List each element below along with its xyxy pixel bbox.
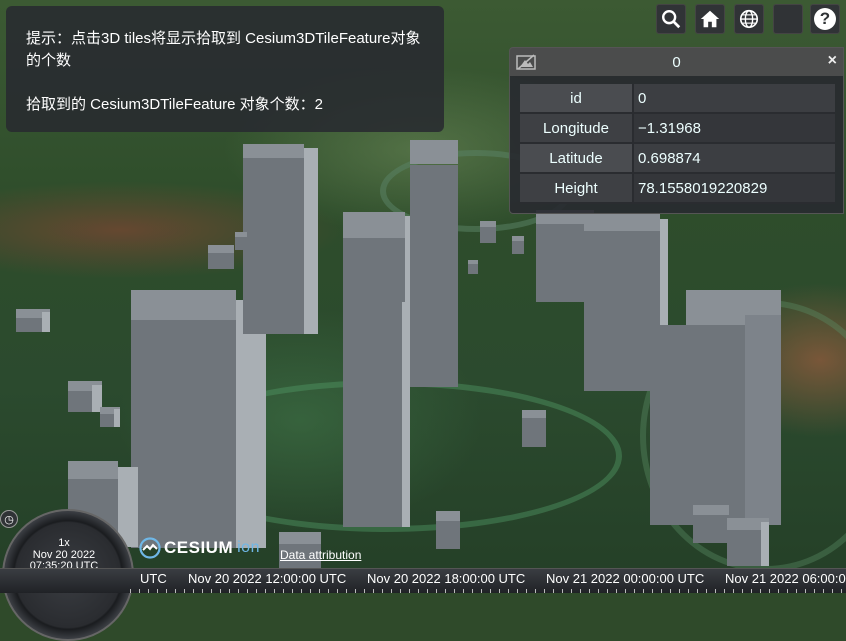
data-attribution-link[interactable]: Data attribution bbox=[280, 548, 361, 562]
timeline[interactable]: UTC Nov 20 2022 12:00:00 UTC Nov 20 2022… bbox=[0, 568, 846, 593]
scene-mode-button[interactable] bbox=[734, 4, 764, 34]
infobox-header: 0 × bbox=[510, 48, 843, 76]
timeline-tick-label: Nov 21 2022 06:00:00 bbox=[725, 571, 846, 586]
small-building[interactable] bbox=[468, 260, 478, 274]
home-icon bbox=[700, 10, 720, 28]
small-building[interactable] bbox=[16, 309, 50, 332]
animation-speed: 1x bbox=[58, 537, 70, 549]
property-value: 0.698874 bbox=[632, 143, 835, 174]
pick-count-text: 拾取到的 Cesium3DTileFeature 对象个数：2 bbox=[26, 96, 324, 113]
timeline-tick-label: Nov 21 2022 00:00:00 UTC bbox=[546, 571, 705, 586]
timeline-tick-label: Nov 20 2022 12:00:00 UTC bbox=[188, 571, 347, 586]
globe-icon bbox=[739, 9, 759, 29]
camera-disabled-icon[interactable] bbox=[516, 53, 536, 70]
timeline-tickmarks bbox=[130, 589, 846, 593]
logo-text: CESIUM bbox=[164, 538, 234, 557]
small-building[interactable] bbox=[436, 511, 460, 549]
infobox-title: 0 bbox=[672, 54, 681, 71]
base-layer-picker-button[interactable] bbox=[773, 4, 803, 34]
logo-suffix: ion bbox=[237, 539, 260, 556]
building[interactable] bbox=[243, 144, 318, 334]
building[interactable] bbox=[343, 212, 411, 302]
small-building[interactable] bbox=[480, 221, 496, 243]
property-key: id bbox=[520, 84, 633, 114]
small-building[interactable] bbox=[693, 505, 729, 543]
building[interactable] bbox=[410, 140, 458, 387]
small-building[interactable] bbox=[727, 518, 769, 566]
pick-info-panel: 提示：点击3D tiles将显示拾取到 Cesium3DTileFeature对… bbox=[6, 6, 444, 132]
property-key: Height bbox=[520, 173, 633, 204]
timeline-tick-label: Nov 20 2022 18:00:00 UTC bbox=[367, 571, 526, 586]
small-building[interactable] bbox=[68, 381, 102, 412]
table-row: Latitude 0.698874 bbox=[520, 143, 835, 174]
search-icon bbox=[662, 10, 681, 29]
geocoder-search-button[interactable] bbox=[656, 4, 686, 34]
property-value: 78.1558019220829 bbox=[632, 173, 835, 204]
table-row: Height 78.1558019220829 bbox=[520, 173, 835, 204]
small-building[interactable] bbox=[522, 410, 546, 447]
building[interactable] bbox=[650, 290, 781, 525]
table-row: Longitude −1.31968 bbox=[520, 113, 835, 144]
building[interactable] bbox=[343, 275, 410, 527]
property-table: id 0 Longitude −1.31968 Latitude 0.698874 H… bbox=[520, 84, 835, 204]
table-row: id 0 bbox=[520, 84, 835, 114]
infobox: 0 × id 0 Longitude −1.31968 Latitude 0.6988… bbox=[509, 47, 844, 214]
property-value: 0 bbox=[632, 84, 835, 114]
small-building[interactable] bbox=[100, 407, 120, 427]
close-icon[interactable]: × bbox=[828, 52, 837, 70]
property-key: Latitude bbox=[520, 143, 633, 174]
property-key: Longitude bbox=[520, 113, 633, 144]
small-building[interactable] bbox=[235, 232, 247, 250]
home-button[interactable] bbox=[695, 4, 725, 34]
small-building[interactable] bbox=[512, 236, 524, 254]
cesium-logo-icon bbox=[139, 537, 161, 559]
timeline-tick-label: UTC bbox=[140, 571, 167, 586]
small-building[interactable] bbox=[208, 245, 234, 269]
hint-text: 提示：点击3D tiles将显示拾取到 Cesium3DTileFeature对… bbox=[26, 30, 421, 69]
help-icon: ? bbox=[814, 8, 836, 30]
property-value: −1.31968 bbox=[632, 113, 835, 144]
cesium-ion-logo[interactable]: CESIUM ion bbox=[139, 536, 260, 560]
help-button[interactable]: ? bbox=[810, 4, 840, 34]
